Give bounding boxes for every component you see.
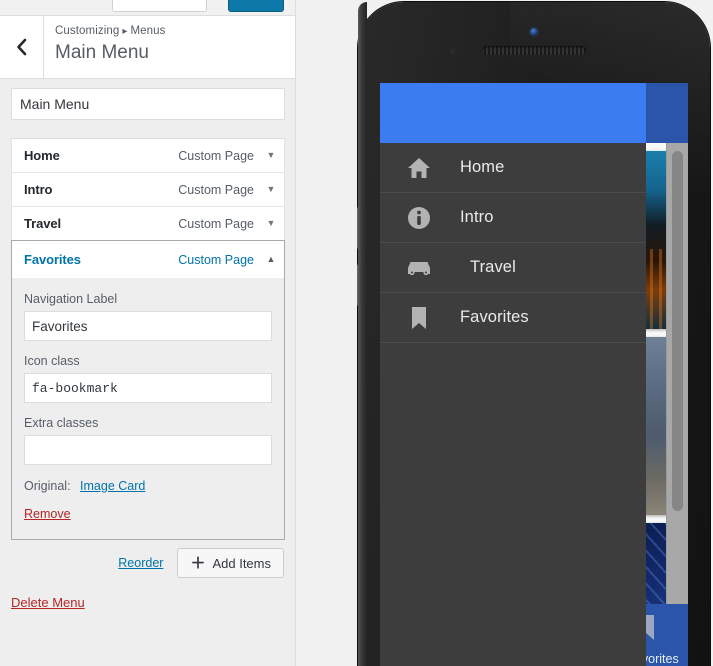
drawer-item-label: Favorites — [460, 308, 529, 326]
menu-item-intro[interactable]: Intro Custom Page ▼ — [11, 172, 285, 206]
menu-item-type: Custom Page — [178, 148, 254, 163]
home-icon — [402, 156, 436, 180]
page-title: Main Menu — [55, 42, 149, 63]
menu-item-home[interactable]: Home Custom Page ▼ — [11, 138, 285, 172]
customizer-top-strip — [0, 0, 295, 16]
original-label: Original: — [24, 479, 71, 493]
menu-item-edit-form: Navigation Label Icon class Extra classe… — [11, 278, 285, 540]
drawer-item-label: Home — [460, 158, 505, 176]
drawer-item-label: Intro — [460, 208, 494, 226]
remove-item-link[interactable]: Remove — [24, 507, 71, 521]
menu-item-title: Favorites — [24, 252, 81, 267]
breadcrumb-root: Customizing — [55, 25, 120, 37]
drawer-item-intro[interactable]: Intro — [380, 193, 646, 243]
nav-label-input[interactable] — [24, 311, 272, 341]
partial-text-input[interactable] — [112, 0, 207, 12]
phone-mockup: Favorites Home Intro Travel Favorites — [357, 2, 710, 666]
partial-primary-button[interactable] — [228, 0, 284, 12]
volume-up-button[interactable] — [357, 207, 361, 249]
nav-label-label: Navigation Label — [24, 292, 118, 306]
menu-item-type: Custom Page — [178, 182, 254, 197]
volume-down-button[interactable] — [357, 264, 361, 306]
menu-items-list: Home Custom Page ▼ Intro Custom Page ▼ T… — [11, 138, 285, 540]
breadcrumb: Customizing ▸ Menus — [55, 24, 295, 39]
menu-item-travel[interactable]: Travel Custom Page ▼ — [11, 206, 285, 240]
extra-classes-label: Extra classes — [24, 416, 99, 430]
original-row: Original: Image Card — [24, 479, 272, 493]
app-bar — [380, 83, 646, 143]
extra-classes-input[interactable] — [24, 435, 272, 465]
phone-screen: Favorites Home Intro Travel Favorites — [380, 83, 688, 666]
front-camera-icon — [530, 28, 538, 36]
panel-header: Customizing ▸ Menus Main Menu — [0, 16, 295, 79]
menu-name-input[interactable] — [11, 88, 285, 120]
chevron-down-icon[interactable]: ▼ — [266, 151, 276, 160]
breadcrumb-section: Menus — [130, 25, 166, 37]
menu-item-favorites[interactable]: Favorites Custom Page ▲ — [11, 240, 285, 278]
info-icon — [402, 205, 436, 231]
reorder-link[interactable]: Reorder — [118, 556, 163, 570]
add-items-button[interactable]: ＋ Add Items — [177, 548, 284, 578]
screenshot-root: Customizing▸Menus Main Menu Home Custom … — [0, 0, 713, 666]
chevron-left-icon — [15, 38, 28, 56]
breadcrumb-separator-icon: ▸ — [122, 26, 128, 37]
icon-class-input[interactable] — [24, 373, 272, 403]
menu-item-title: Home — [24, 148, 60, 163]
preview-area: Favorites Home Intro Travel Favorites — [296, 0, 713, 666]
menu-item-title: Intro — [24, 182, 53, 197]
scrollbar[interactable] — [666, 143, 688, 666]
proximity-sensor-icon — [450, 49, 455, 54]
delete-menu-link[interactable]: Delete Menu — [11, 595, 85, 610]
plus-icon: ＋ — [190, 554, 206, 572]
add-items-label: Add Items — [212, 555, 271, 571]
phone-left-edge — [358, 2, 367, 666]
earpiece-speaker — [482, 46, 586, 55]
chevron-down-icon[interactable]: ▼ — [266, 219, 276, 228]
menu-item-type: Custom Page — [178, 252, 254, 267]
drawer-item-travel[interactable]: Travel — [380, 243, 646, 293]
car-icon — [402, 257, 436, 279]
menu-item-type: Custom Page — [178, 216, 254, 231]
navigation-drawer: Home Intro Travel Favorites — [380, 143, 646, 666]
menu-item-title: Travel — [24, 216, 61, 231]
original-link[interactable]: Image Card — [80, 479, 145, 493]
chevron-up-icon[interactable]: ▲ — [266, 255, 276, 264]
chevron-down-icon[interactable]: ▼ — [266, 185, 276, 194]
drawer-item-label: Travel — [470, 258, 516, 276]
customizer-panel: Customizing▸Menus Main Menu Home Custom … — [0, 0, 296, 666]
drawer-item-home[interactable]: Home — [380, 143, 646, 193]
back-button[interactable] — [0, 16, 44, 78]
drawer-item-favorites[interactable]: Favorites — [380, 293, 646, 343]
menu-actions: Reorder ＋ Add Items — [118, 548, 284, 578]
bookmark-icon — [402, 305, 436, 331]
icon-class-label: Icon class — [24, 354, 80, 368]
scrollbar-thumb[interactable] — [672, 151, 683, 511]
menu-name-field-wrap — [0, 88, 295, 120]
header-titles: Customizing ▸ Menus Main Menu — [44, 16, 295, 78]
